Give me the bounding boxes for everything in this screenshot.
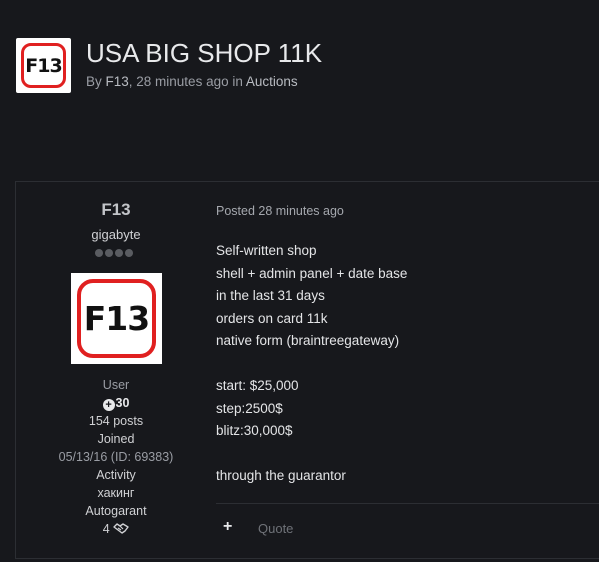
activity-label: Activity [96, 468, 136, 482]
post-content: Posted 28 minutes ago Self-written shop … [216, 182, 599, 558]
autogarant-value: 4 [102, 522, 110, 536]
post-divider [216, 503, 599, 504]
author-link[interactable]: F13 [106, 74, 129, 89]
logo-text: F13 [25, 54, 62, 77]
page-title: USA BIG SHOP 11K [86, 38, 323, 68]
rank-pips [95, 249, 133, 257]
post-line: through the guarantor [216, 468, 346, 483]
reputation-badge: +30 [16, 396, 216, 411]
author-group: gigabyte [91, 227, 141, 242]
quote-button[interactable]: Quote [258, 521, 293, 536]
post-line: orders on card 11k [216, 310, 328, 326]
rank-pip [125, 249, 133, 257]
post-line: start: $25,000 [216, 378, 299, 393]
author-name[interactable]: F13 [16, 200, 216, 220]
meta-prefix: By [86, 74, 106, 89]
post-line: shell + admin panel + date base [216, 265, 408, 281]
handshake-icon [113, 523, 129, 534]
post-line: Self-written shop [216, 243, 317, 258]
author-role: User [102, 378, 130, 392]
post-timestamp[interactable]: Posted 28 minutes ago [216, 204, 344, 218]
forum-link[interactable]: Auctions [246, 74, 298, 89]
autogarant-row: 4 [16, 522, 216, 536]
plus-circle-icon: + [102, 399, 115, 411]
topic-meta: By F13, 28 minutes ago in Auctions [86, 74, 298, 89]
joined-label: Joined [97, 432, 135, 446]
post-body: Self-written shop shell + admin panel + … [216, 240, 407, 488]
author-panel: F13 gigabyte F13 User +30 154 posts Join… [16, 182, 216, 558]
activity-value: хакинг [97, 486, 135, 500]
f13-logo: F13 [77, 279, 156, 358]
joined-value: 05/13/16 (ID: 69383) [58, 450, 174, 464]
avatar[interactable]: F13 [71, 273, 162, 364]
avatar-text: F13 [83, 299, 150, 338]
rank-pip [105, 249, 113, 257]
f13-logo: F13 [21, 43, 66, 88]
post-line: in the last 31 days [216, 288, 325, 303]
topic-header: F13 USA BIG SHOP 11K By F13, 28 minutes … [16, 38, 591, 94]
reputation-value: 30 [115, 396, 130, 410]
post-line [216, 443, 407, 466]
post-container: F13 gigabyte F13 User +30 154 posts Join… [15, 181, 599, 559]
autogarant-label: Autogarant [85, 504, 147, 518]
post-line: native form (braintreegateway) [216, 333, 400, 348]
post-count: 154 posts [88, 414, 144, 428]
post-line [216, 353, 407, 376]
rank-pip [95, 249, 103, 257]
topic-author-photo[interactable]: F13 [16, 38, 71, 93]
rank-pip [115, 249, 123, 257]
multiquote-plus-button[interactable]: + [223, 518, 232, 536]
meta-middle: , 28 minutes ago in [128, 74, 246, 89]
post-line: step:2500$ [216, 400, 283, 416]
post-line: blitz:30,000$ [216, 423, 293, 438]
